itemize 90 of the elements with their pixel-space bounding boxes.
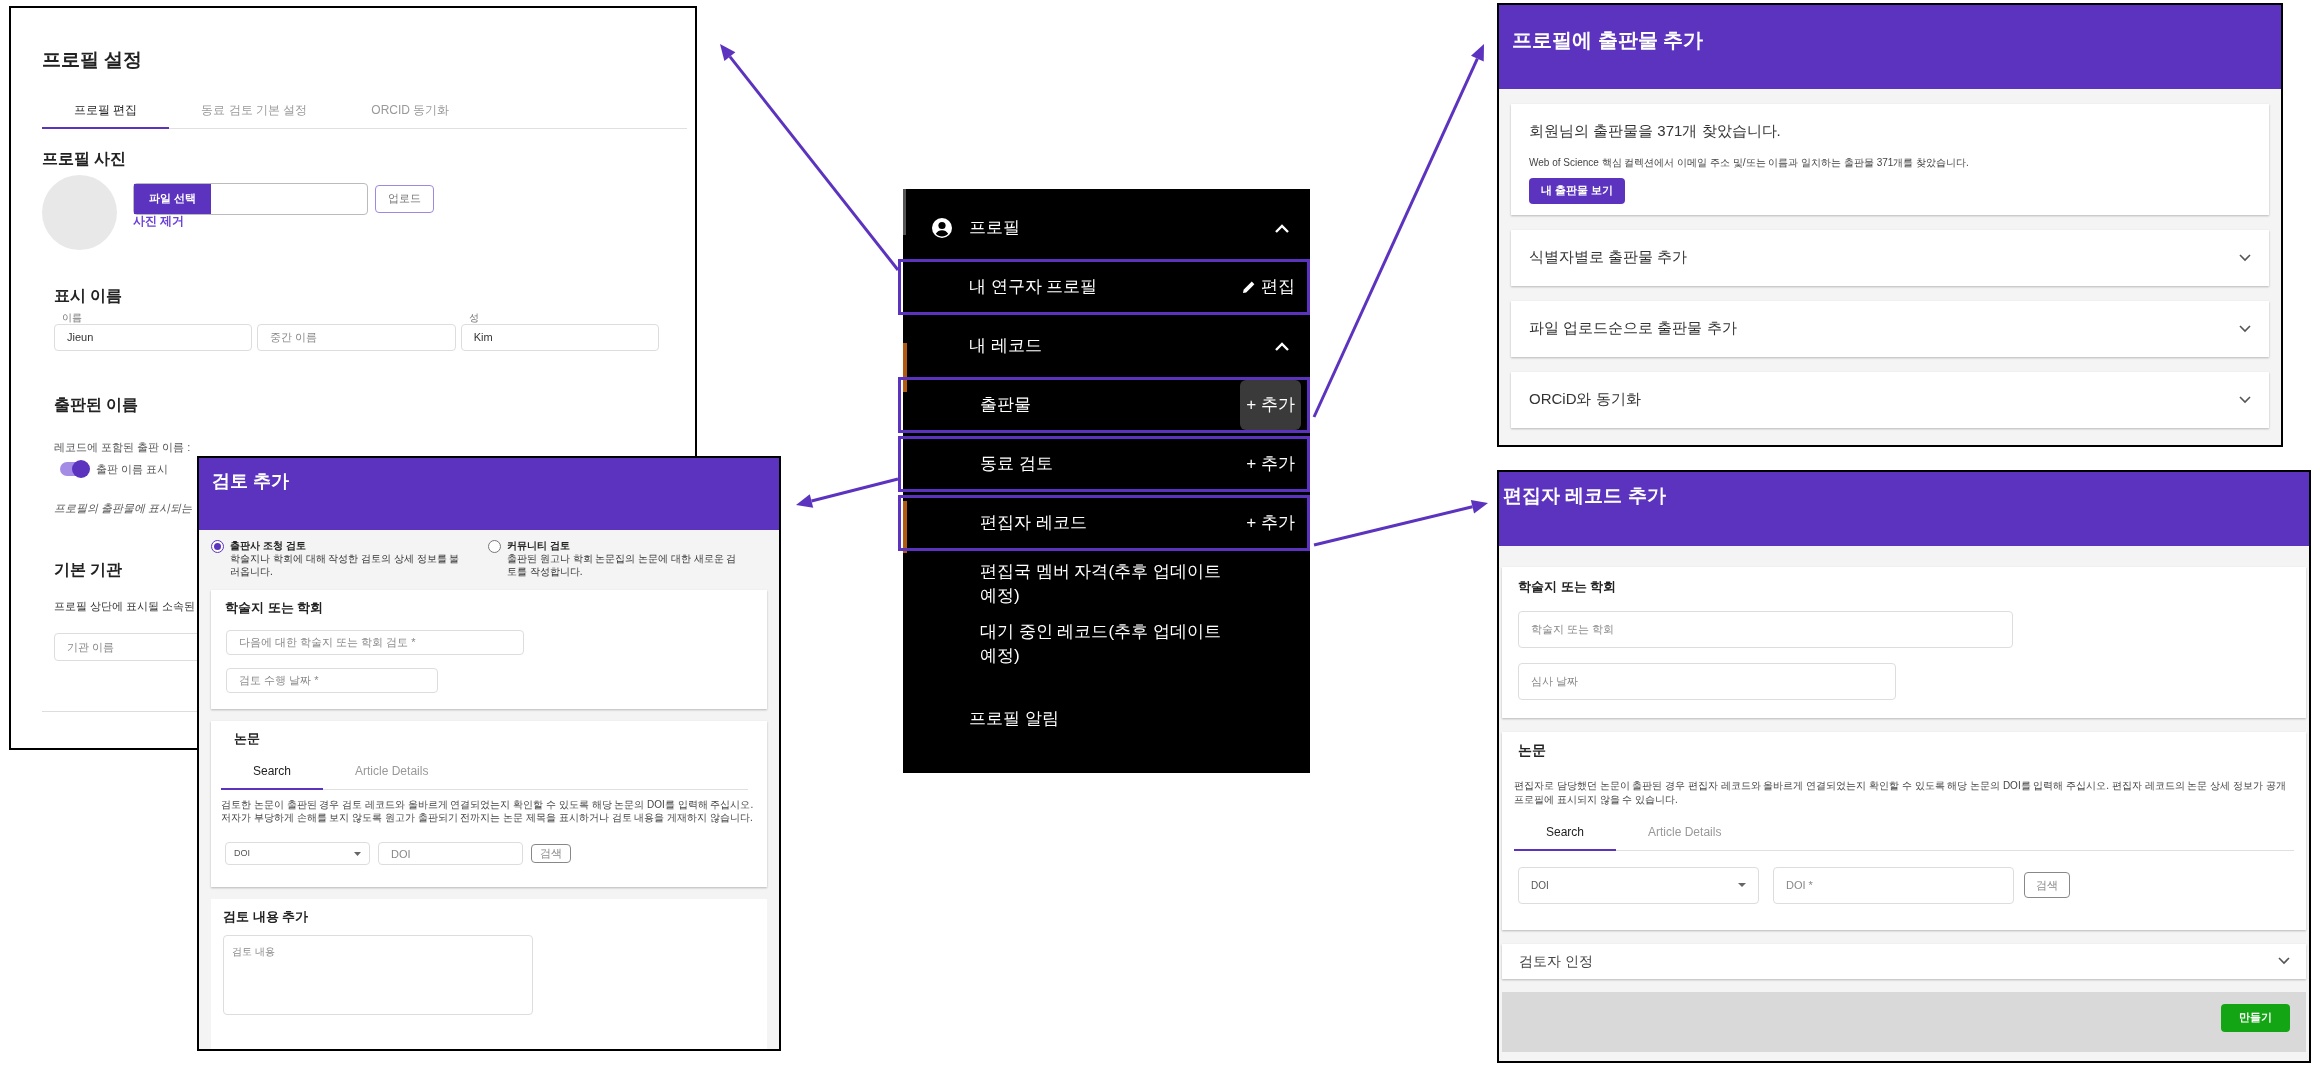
menu-label: 동료 검토 bbox=[980, 453, 1053, 475]
result-detail: Web of Science 핵심 컬렉션에서 이메일 주소 및/또는 이름과 일치하는 출판물 371개를 찾았습니다. bbox=[1529, 155, 1969, 170]
file-picker[interactable]: 파일 선택 bbox=[133, 182, 368, 215]
accordion-header[interactable]: 식별자별로 출판물 추가 bbox=[1511, 229, 2269, 286]
input-field[interactable]: 심사 날짜 bbox=[1518, 662, 1896, 700]
menu-item[interactable]: 프로필 알림 bbox=[898, 691, 1310, 747]
radio-button[interactable] bbox=[211, 540, 224, 553]
add-button[interactable]: + 추가 bbox=[1240, 498, 1301, 548]
section-heading: 출판된 이름 bbox=[54, 394, 139, 415]
menu-label: 편집국 멤버 자격(추후 업데이트 예정) bbox=[980, 561, 1222, 607]
input-field[interactable]: 학술지 또는 학회 bbox=[1518, 610, 2013, 648]
section-heading: 프로필 사진 bbox=[42, 148, 127, 169]
input-field[interactable]: DOI * bbox=[1773, 866, 2014, 904]
option-title: 출판사 조청 검토 bbox=[230, 539, 307, 552]
toggle-switch[interactable] bbox=[60, 462, 88, 477]
field-label: 레코드에 포함된 출판 이름 : bbox=[54, 439, 191, 455]
section-heading: 표시 이름 bbox=[54, 285, 123, 306]
card-heading: 학술지 또는 학회 bbox=[225, 599, 324, 617]
add-button[interactable]: + 추가 bbox=[1240, 380, 1301, 430]
accordion-header[interactable]: 검토자 인정 bbox=[1502, 943, 2306, 979]
chevron-down-icon bbox=[2239, 395, 2251, 404]
review-text-area[interactable]: 검토 내용 bbox=[223, 934, 533, 1015]
pencil-icon bbox=[1242, 280, 1256, 294]
dropdown-arrow-icon bbox=[354, 851, 361, 856]
accordion-header[interactable]: 파일 업로드순으로 출판물 추가 bbox=[1511, 300, 2269, 357]
dropdown-arrow-icon bbox=[1738, 883, 1746, 887]
menu-item[interactable]: 내 레코드 bbox=[898, 318, 1310, 374]
menu-item[interactable]: 동료 검토 + 추가 bbox=[898, 436, 1310, 492]
input-field[interactable]: 중간 이름 bbox=[257, 323, 456, 351]
option-title: 커뮤니티 검토 bbox=[507, 539, 571, 552]
id-type-dropdown[interactable]: DOI bbox=[1518, 866, 1759, 904]
dialog-title: 프로필에 출판물 추가 bbox=[1512, 29, 1704, 51]
menu-label: 프로필 bbox=[969, 217, 1020, 239]
menu-label: 대기 중인 레코드(추후 업데이트 예정) bbox=[980, 621, 1222, 667]
dialog-title: 편집자 레코드 추가 bbox=[1503, 485, 1666, 506]
description-text: 프로필 상단에 표시될 소속된 bbox=[54, 599, 196, 614]
dialog-title: 검토 추가 bbox=[212, 471, 289, 491]
choose-file-button[interactable]: 파일 선택 bbox=[134, 183, 211, 214]
field-label: 이름 bbox=[61, 310, 82, 324]
chevron-up-icon bbox=[1275, 341, 1289, 351]
input-field[interactable]: 다음에 대한 학술지 또는 학회 검토 * bbox=[226, 629, 524, 655]
add-button[interactable]: + 추가 bbox=[1240, 439, 1301, 489]
card-heading: 논문 bbox=[234, 729, 260, 748]
accent-bar bbox=[903, 343, 907, 392]
menu-label: 내 레코드 bbox=[969, 335, 1042, 357]
toggle-label: 출판 이름 표시 bbox=[96, 462, 169, 477]
menu-item[interactable]: 편집자 레코드 + 추가 bbox=[898, 495, 1310, 551]
menu-label: 내 연구자 프로필 bbox=[969, 276, 1098, 298]
section-heading: 기본 기관 bbox=[54, 560, 123, 580]
chevron-up-icon bbox=[1275, 223, 1289, 233]
result-heading: 회원님의 출판물을 371개 찾았습니다. bbox=[1529, 121, 1781, 141]
input-field[interactable]: DOI bbox=[378, 842, 523, 865]
menu-item[interactable]: 출판물 + 추가 bbox=[898, 377, 1310, 433]
search-button[interactable]: 검색 bbox=[531, 844, 571, 863]
menu-item[interactable]: 편집국 멤버 자격(추후 업데이트 예정) bbox=[898, 554, 1310, 614]
card-heading: 학술지 또는 학회 bbox=[1518, 578, 1617, 596]
radio-button[interactable] bbox=[488, 540, 501, 553]
menu-item[interactable]: 내 연구자 프로필 편집 bbox=[898, 259, 1310, 315]
card-heading: 검토 내용 추가 bbox=[223, 908, 309, 926]
description-text: 편집자로 담당했던 논문이 출판된 경우 편집자 레코드와 올바르게 연결되었는지 확인할 수 있도록 해당 논문의 DOI를 입력해 주십시오. 편집자 레코드의 논문 상세 정보가 공개 프로필에 표시되지 않을 수 있습니다. bbox=[1514, 778, 2287, 807]
account-icon bbox=[931, 217, 953, 239]
card-heading: 논문 bbox=[1518, 740, 1546, 760]
description-text: 검토한 논문이 출판된 경우 검토 레코드와 올바르게 연결되었는지 확인할 수 있도록 해당 논문의 DOI를 입력해 주십시오. 저자가 부당하게 손해를 보지 않도록 원고가 출판되기 전까지는 논문 제목을 표시하거나 검토 내용을 게재하지 않습니다. bbox=[221, 798, 755, 824]
tab[interactable]: Search bbox=[221, 754, 324, 790]
chevron-down-icon bbox=[2239, 324, 2251, 333]
input-field[interactable]: Kim bbox=[460, 323, 659, 351]
tab[interactable]: Search bbox=[1514, 814, 1617, 851]
option-description: 출판된 원고나 학회 논문집의 논문에 대한 새로운 검토를 작성합니다. bbox=[507, 552, 738, 578]
tab[interactable]: 프로필 편집 bbox=[42, 92, 170, 129]
field-label: 성 bbox=[467, 310, 479, 324]
accordion-header[interactable]: ORCiD와 동기화 bbox=[1511, 371, 2269, 428]
search-button[interactable]: 검색 bbox=[2024, 872, 2070, 898]
input-field[interactable]: Jieun bbox=[54, 323, 253, 351]
note-text: 프로필의 출판물에 표시되는 bbox=[54, 500, 193, 516]
edit-button[interactable]: 편집 bbox=[1236, 262, 1301, 312]
menu-label: 프로필 알림 bbox=[969, 708, 1059, 730]
chevron-down-icon bbox=[2239, 253, 2251, 262]
remove-photo-link[interactable]: 사진 제거 bbox=[133, 214, 185, 227]
input-field[interactable]: 검토 수행 날짜 * bbox=[226, 667, 438, 693]
id-type-dropdown[interactable]: DOI bbox=[225, 842, 370, 865]
chevron-down-icon bbox=[2278, 957, 2290, 965]
accent-bar bbox=[903, 501, 907, 553]
upload-button[interactable]: 업로드 bbox=[375, 184, 434, 213]
panel-title: 프로필 설정 bbox=[42, 48, 144, 72]
menu-item[interactable]: 대기 중인 레코드(추후 업데이트 예정) bbox=[898, 614, 1310, 674]
menu-item[interactable]: 프로필 bbox=[898, 200, 1310, 256]
option-description: 학술지나 학회에 대해 작성한 검토의 상세 정보를 불러옵니다. bbox=[230, 552, 461, 578]
menu-label: 편집자 레코드 bbox=[980, 512, 1087, 534]
menu-label: 출판물 bbox=[980, 394, 1031, 416]
view-publications-button[interactable]: 내 출판물 보기 bbox=[1529, 177, 1626, 204]
